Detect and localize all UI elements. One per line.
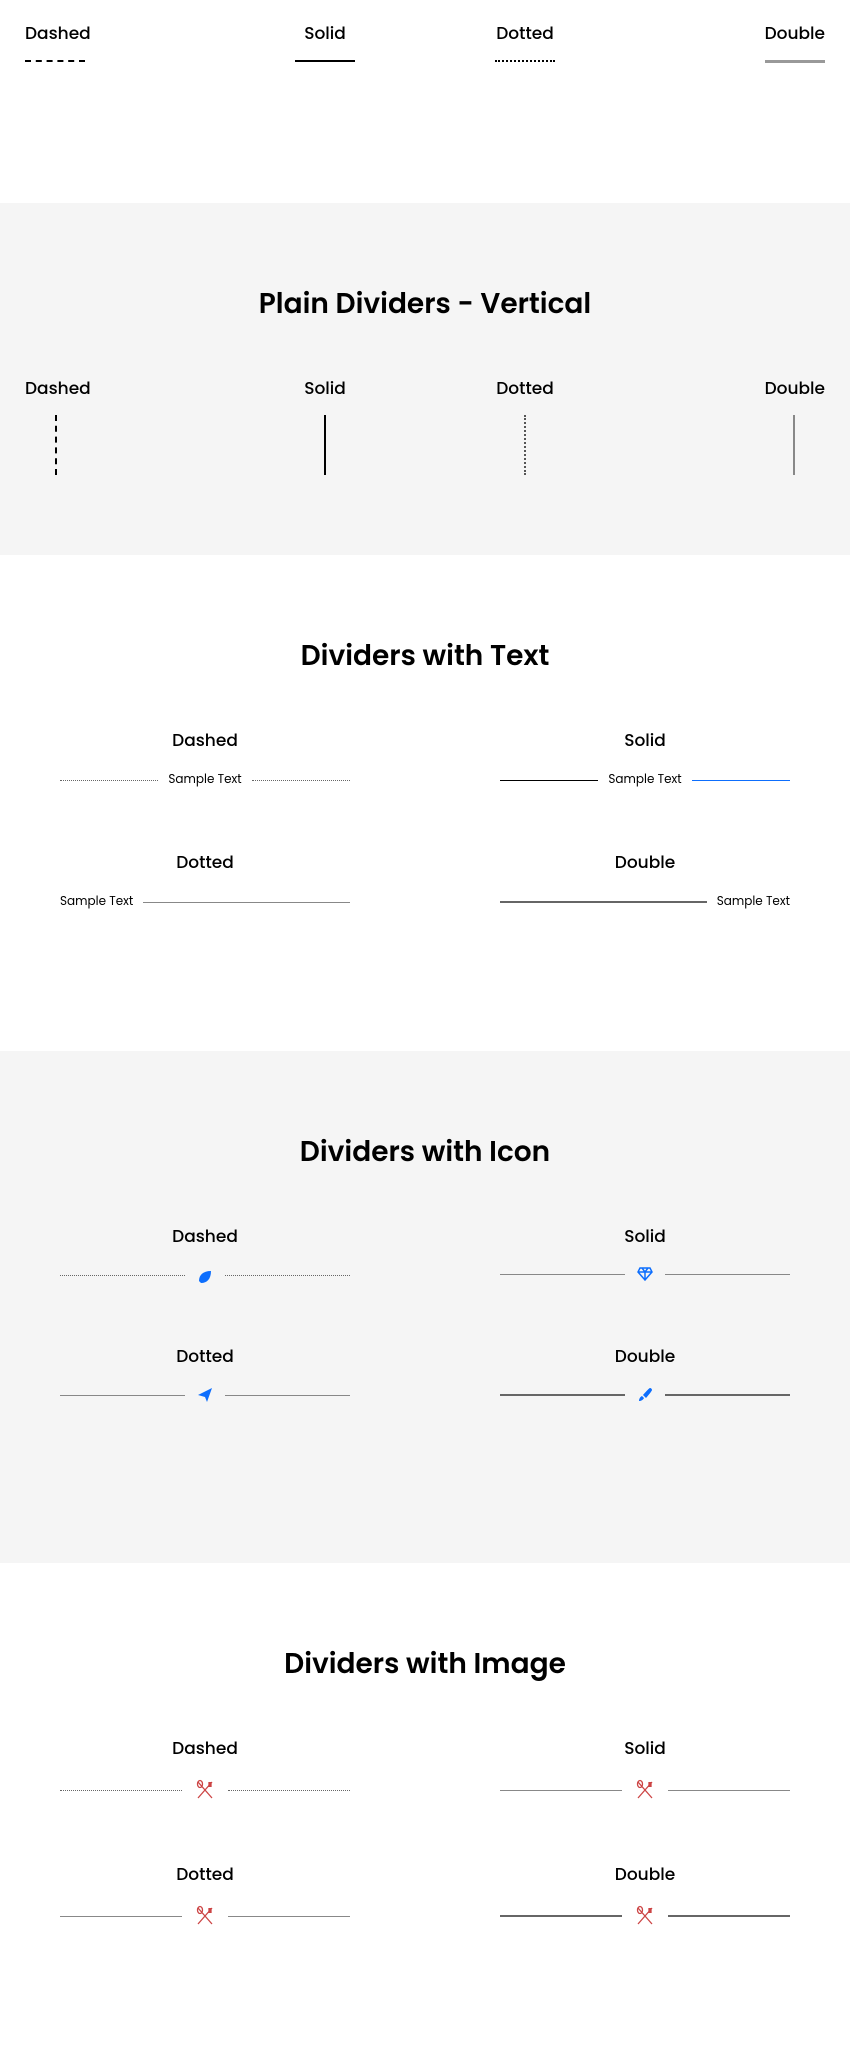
icon-divider-dotted: Dotted (60, 1343, 350, 1403)
text-divider-double: Double Sample Text (500, 849, 790, 911)
divider-label: Dashed (25, 20, 225, 46)
sample-text: Sample Text (598, 771, 691, 789)
divider-with-text: Sample Text (60, 893, 350, 911)
divider-label: Dashed (25, 375, 225, 401)
text-divider-solid: Solid Sample Text (500, 727, 790, 789)
divider-label: Dotted (425, 375, 625, 401)
sample-text: Sample Text (158, 771, 251, 789)
image-divider-double: Double (500, 1861, 790, 1927)
icon-divider-dashed: Dashed (60, 1223, 350, 1283)
icon-divider-solid: Solid (500, 1223, 790, 1283)
divider-line-dashed (25, 60, 85, 62)
paper-plane-icon (185, 1387, 225, 1403)
divider-with-image (60, 1905, 350, 1927)
divider-with-text: Sample Text (500, 771, 790, 789)
vdivider-line-solid (324, 415, 326, 475)
vdivider-dashed-col: Dashed (25, 375, 225, 475)
divider-label: Solid (500, 727, 790, 753)
vdivider-line-double (793, 415, 795, 475)
divider-label: Dotted (425, 20, 625, 46)
divider-line-solid (295, 60, 355, 62)
divider-label: Solid (225, 20, 425, 46)
icon-dividers-section: Dividers with Icon Dashed Solid Dotted (0, 1051, 850, 1563)
divider-with-image (60, 1779, 350, 1801)
divider-label: Dotted (60, 849, 350, 875)
divider-with-icon (500, 1267, 790, 1281)
text-divider-dotted: Dotted Sample Text (60, 849, 350, 911)
utensils-icon (622, 1779, 668, 1801)
divider-label: Double (500, 849, 790, 875)
divider-label: Dashed (60, 1223, 350, 1249)
horizontal-dividers-section: Dashed Solid Dotted Double (0, 0, 850, 83)
brush-icon (625, 1387, 665, 1403)
divider-label: Dotted (60, 1343, 350, 1369)
divider-dotted-col: Dotted (425, 20, 625, 63)
vdivider-solid-col: Solid (225, 375, 425, 475)
image-dividers-section: Dividers with Image Dashed Solid Dotted (0, 1563, 850, 2047)
section-title: Plain Dividers - Vertical (20, 283, 830, 325)
divider-with-text: Sample Text (60, 771, 350, 789)
utensils-icon (182, 1779, 228, 1801)
icon-divider-double: Double (500, 1343, 790, 1403)
image-divider-dashed: Dashed (60, 1735, 350, 1801)
section-title: Dividers with Icon (20, 1131, 830, 1173)
divider-with-text: Sample Text (500, 893, 790, 911)
gem-icon (625, 1267, 665, 1281)
divider-label: Solid (500, 1735, 790, 1761)
section-title: Dividers with Text (20, 635, 830, 677)
utensils-icon (622, 1905, 668, 1927)
divider-line-dotted (495, 60, 555, 62)
divider-label: Double (625, 375, 825, 401)
divider-label: Solid (500, 1223, 790, 1249)
divider-label: Solid (225, 375, 425, 401)
divider-with-icon (60, 1267, 350, 1283)
leaf-icon (185, 1267, 225, 1283)
vdivider-line-dashed (55, 415, 57, 475)
divider-label: Dotted (60, 1861, 350, 1887)
divider-double-col: Double (625, 20, 825, 63)
divider-with-icon (500, 1387, 790, 1403)
divider-with-image (500, 1905, 790, 1927)
sample-text: Sample Text (60, 893, 143, 911)
divider-line-double (765, 60, 825, 63)
divider-with-icon (60, 1387, 350, 1403)
vdivider-dotted-col: Dotted (425, 375, 625, 475)
divider-label: Double (500, 1343, 790, 1369)
divider-label: Double (500, 1861, 790, 1887)
image-divider-solid: Solid (500, 1735, 790, 1801)
divider-with-image (500, 1779, 790, 1801)
utensils-icon (182, 1905, 228, 1927)
divider-label: Dashed (60, 727, 350, 753)
section-title: Dividers with Image (20, 1643, 830, 1685)
vdivider-line-dotted (524, 415, 526, 475)
divider-solid-col: Solid (225, 20, 425, 63)
image-divider-dotted: Dotted (60, 1861, 350, 1927)
vertical-dividers-section: Plain Dividers - Vertical Dashed Solid D… (0, 203, 850, 555)
text-divider-dashed: Dashed Sample Text (60, 727, 350, 789)
text-dividers-section: Dividers with Text Dashed Sample Text So… (0, 555, 850, 1051)
vdivider-double-col: Double (625, 375, 825, 475)
divider-dashed-col: Dashed (25, 20, 225, 63)
divider-label: Double (625, 20, 825, 46)
divider-label: Dashed (60, 1735, 350, 1761)
sample-text: Sample Text (707, 893, 790, 911)
